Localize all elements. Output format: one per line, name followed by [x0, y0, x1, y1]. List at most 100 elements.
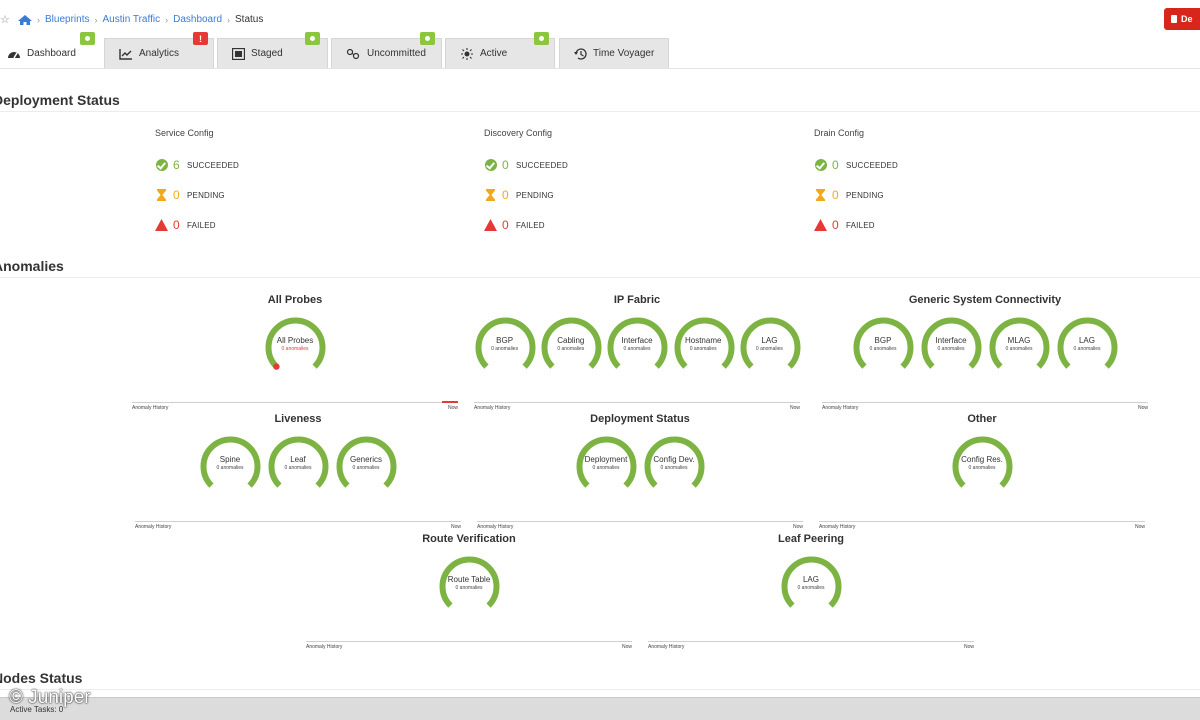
- gauge-route-table[interactable]: Route Table 0 anomalies: [438, 555, 501, 618]
- succeeded-row[interactable]: 0 SUCCEEDED: [814, 158, 1014, 172]
- tab-staged[interactable]: Staged: [217, 32, 328, 68]
- breadcrumb-dashboard[interactable]: Dashboard: [173, 14, 222, 25]
- gauge-label: BGP: [874, 336, 892, 345]
- anomaly-group-leaf-peering: Leaf Peering LAG 0 anomalies Anomaly Histor…: [648, 533, 974, 653]
- anomaly-history-bar[interactable]: Anomaly History Now: [822, 402, 1148, 411]
- gauge-lag[interactable]: LAG 0 anomalies: [780, 555, 843, 618]
- tab-label: Uncommitted: [367, 48, 426, 59]
- gauge-anomaly-count: 0 anomalies: [557, 346, 585, 352]
- gauge-generics[interactable]: Generics 0 anomalies: [335, 435, 398, 498]
- gauge-leaf[interactable]: Leaf 0 anomalies: [267, 435, 330, 498]
- tab-uncommitted[interactable]: Uncommitted: [331, 32, 442, 68]
- footer-bar: Active Tasks: 0: [0, 697, 1200, 720]
- succeeded-row[interactable]: 0 SUCCEEDED: [484, 158, 684, 172]
- anomaly-history-bar[interactable]: Anomaly History Now: [648, 641, 974, 650]
- tab-label: Active: [480, 48, 508, 59]
- anomaly-history-label: Anomaly History: [306, 644, 343, 650]
- delete-blueprint-button[interactable]: De: [1164, 8, 1200, 30]
- anomaly-history-bar[interactable]: Anomaly History Now: [135, 521, 461, 530]
- succeeded-count: 0: [502, 158, 509, 172]
- column-title: Drain Config: [814, 128, 865, 138]
- anomaly-history-bar[interactable]: Anomaly History Now: [474, 402, 800, 411]
- gauge-label: Interface: [935, 336, 967, 345]
- gauge-interface[interactable]: Interface 0 anomalies: [606, 316, 668, 379]
- analytics-chart-icon: [119, 48, 132, 60]
- column-title: Service Config: [155, 128, 214, 138]
- gauge-all-probes[interactable]: All Probes 0 anomalies: [264, 316, 327, 379]
- watermark: © Juniper: [9, 687, 91, 708]
- anomaly-history-bar[interactable]: Anomaly History Now: [477, 521, 803, 530]
- anomaly-history-label: Anomaly History: [822, 405, 859, 411]
- anomaly-history-marker: [442, 401, 458, 403]
- succeeded-label: SUCCEEDED: [846, 160, 899, 170]
- gauge-interface[interactable]: Interface 0 anomalies: [920, 316, 983, 379]
- failed-count: 0: [502, 218, 509, 232]
- gauge-label: LAG: [761, 336, 778, 345]
- gauge-deployment[interactable]: Deployment 0 anomalies: [575, 435, 638, 498]
- breadcrumb-separator: ›: [37, 14, 40, 25]
- tab-analytics[interactable]: Analytics !: [104, 32, 214, 68]
- anomaly-group-title: Leaf Peering: [777, 533, 845, 545]
- tab-dashboard[interactable]: Dashboard: [0, 32, 103, 68]
- gauge-row: All Probes 0 anomalies: [132, 316, 458, 379]
- succeeded-row[interactable]: 6 SUCCEEDED: [155, 158, 355, 172]
- warning-badge: !: [193, 32, 208, 45]
- tab-label: Time Voyager: [593, 48, 655, 59]
- gauge-anomaly-count: 0 anomalies: [1073, 346, 1101, 352]
- hourglass-icon: [484, 189, 497, 202]
- gauge-anomaly-count: 0 anomalies: [216, 465, 244, 471]
- anomaly-history-bar[interactable]: Anomaly History Now: [132, 401, 458, 411]
- now-label: Now: [963, 644, 974, 650]
- anomaly-history-label: Anomaly History: [648, 644, 685, 650]
- tab-divider: [0, 68, 1200, 69]
- home-icon[interactable]: [18, 14, 32, 25]
- gauge-anomaly-count: 0 anomalies: [623, 346, 651, 352]
- pending-row[interactable]: 0 PENDING: [814, 188, 1014, 202]
- gauge-config-res[interactable]: Config Res. 0 anomalies: [951, 435, 1014, 498]
- anomaly-history-label: Anomaly History: [135, 524, 172, 530]
- gauge-anomaly-count: 0 anomalies: [592, 465, 620, 471]
- succeeded-count: 0: [832, 158, 839, 172]
- now-label: Now: [1137, 405, 1148, 411]
- gauge-row: Route Table 0 anomalies: [306, 555, 632, 618]
- gauge-row: BGP 0 anomalies Interface 0 anomalies MLAG 0 …: [822, 316, 1148, 379]
- anomaly-history-bar[interactable]: Anomaly History Now: [819, 521, 1145, 530]
- gauge-anomaly-count: 0 anomalies: [689, 346, 717, 352]
- star-icon[interactable]: ☆: [0, 13, 12, 26]
- drain-config-column: Drain Config 0 SUCCEEDED 0 PENDING 0 FAILED: [814, 128, 1014, 232]
- gauge-anomaly-count: 0 anomalies: [660, 465, 688, 471]
- gauge-label: Deployment: [584, 455, 628, 464]
- tab-time-voyager[interactable]: Time Voyager: [559, 38, 669, 68]
- gauge-lag[interactable]: LAG 0 anomalies: [739, 316, 801, 379]
- check-circle-icon: [814, 159, 827, 172]
- anomaly-group-title: All Probes: [267, 294, 323, 306]
- gauge-bgp[interactable]: BGP 0 anomalies: [852, 316, 915, 379]
- warning-triangle-icon: [155, 219, 168, 232]
- anomalies-heading: Anomalies: [0, 258, 64, 274]
- gauge-config-dev[interactable]: Config Dev. 0 anomalies: [643, 435, 706, 498]
- failed-row[interactable]: 0 FAILED: [484, 218, 684, 232]
- gauge-spine[interactable]: Spine 0 anomalies: [199, 435, 262, 498]
- gauge-anomaly-count: 0 anomalies: [869, 346, 897, 352]
- gauge-mlag[interactable]: MLAG 0 anomalies: [988, 316, 1051, 379]
- gauge-cabling[interactable]: Cabling 0 anomalies: [540, 316, 602, 379]
- gauge-label: Config Dev.: [653, 455, 695, 464]
- anomaly-history-bar[interactable]: Anomaly History Now: [306, 641, 632, 650]
- gauge-hostname[interactable]: Hostname 0 anomalies: [673, 316, 735, 379]
- gauge-label: LAG: [1078, 336, 1095, 345]
- pending-label: PENDING: [846, 190, 884, 200]
- gauge-bgp[interactable]: BGP 0 anomalies: [474, 316, 536, 379]
- pending-row[interactable]: 0 PENDING: [155, 188, 355, 202]
- breadcrumb-blueprints[interactable]: Blueprints: [45, 14, 89, 25]
- failed-row[interactable]: 0 FAILED: [155, 218, 355, 232]
- gauge-lag[interactable]: LAG 0 anomalies: [1056, 316, 1119, 379]
- tab-active[interactable]: Active: [445, 32, 555, 68]
- breadcrumb-austin-traffic[interactable]: Austin Traffic: [102, 14, 160, 25]
- gauge-anomaly-count: 0 anomalies: [968, 465, 996, 471]
- breadcrumb-separator: ›: [94, 14, 98, 25]
- breadcrumb-current: Status: [235, 14, 264, 25]
- pending-row[interactable]: 0 PENDING: [484, 188, 684, 202]
- status-badge: [305, 32, 320, 45]
- failed-row[interactable]: 0 FAILED: [814, 218, 1014, 232]
- anomaly-history-label: Anomaly History: [819, 524, 856, 530]
